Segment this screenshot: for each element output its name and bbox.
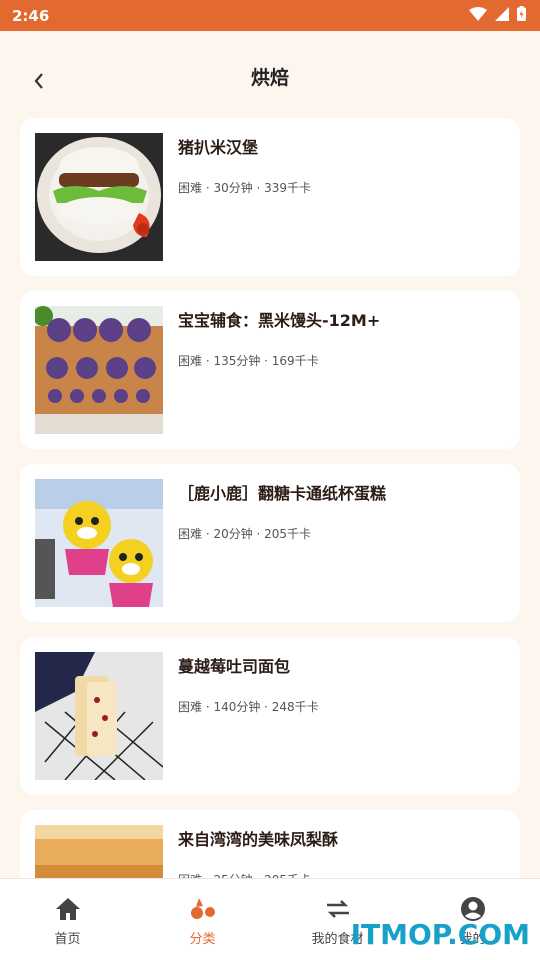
- recipe-image: [35, 652, 163, 780]
- recipe-meta: 困难 · 135分钟 · 169千卡: [178, 354, 319, 368]
- status-icons: [469, 6, 526, 25]
- recipe-image: [35, 133, 163, 261]
- recipe-title: 蔓越莓吐司面包: [178, 657, 291, 676]
- nav-label: 分类: [189, 932, 216, 947]
- nav-item-category[interactable]: 分类: [135, 879, 270, 960]
- recipe-title: 来自湾湾的美味凤梨酥: [178, 830, 339, 849]
- recipe-meta: 困难 · 140分钟 · 248千卡: [178, 700, 319, 714]
- status-time: 2:46: [12, 6, 50, 25]
- home-icon: [54, 895, 82, 923]
- wifi-icon: [469, 6, 487, 25]
- status-bar: 2:46: [0, 0, 540, 31]
- back-button[interactable]: [24, 66, 54, 96]
- battery-icon: [517, 6, 526, 25]
- chevron-left-icon: [34, 73, 43, 89]
- recipe-title: 猪扒米汉堡: [178, 138, 259, 157]
- swap-icon: [324, 895, 352, 923]
- recipe-card[interactable]: ［鹿小鹿］翻糖卡通纸杯蛋糕 困难 · 20分钟 · 205千卡: [20, 464, 520, 622]
- signal-icon: [495, 6, 509, 25]
- recipe-title: ［鹿小鹿］翻糖卡通纸杯蛋糕: [178, 484, 387, 503]
- recipe-meta: 困难 · 20分钟 · 205千卡: [178, 527, 312, 541]
- recipe-card[interactable]: 猪扒米汉堡 困难 · 30分钟 · 339千卡: [20, 118, 520, 276]
- nav-item-home[interactable]: 首页: [0, 879, 135, 960]
- category-icon: [189, 895, 217, 923]
- recipe-card[interactable]: 宝宝辅食：黑米馒头-12M+ 困难 · 135分钟 · 169千卡: [20, 291, 520, 449]
- nav-label: 首页: [54, 932, 81, 947]
- recipe-image: [35, 306, 163, 434]
- recipe-title: 宝宝辅食：黑米馒头-12M+: [178, 311, 381, 330]
- watermark: ITMOP.COM: [350, 918, 530, 951]
- recipe-image: [35, 479, 163, 607]
- recipe-meta: 困难 · 30分钟 · 339千卡: [178, 181, 312, 195]
- header: 烘焙: [0, 31, 540, 121]
- page-title: 烘焙: [250, 66, 289, 89]
- recipe-card[interactable]: 蔓越莓吐司面包 困难 · 140分钟 · 248千卡: [20, 637, 520, 795]
